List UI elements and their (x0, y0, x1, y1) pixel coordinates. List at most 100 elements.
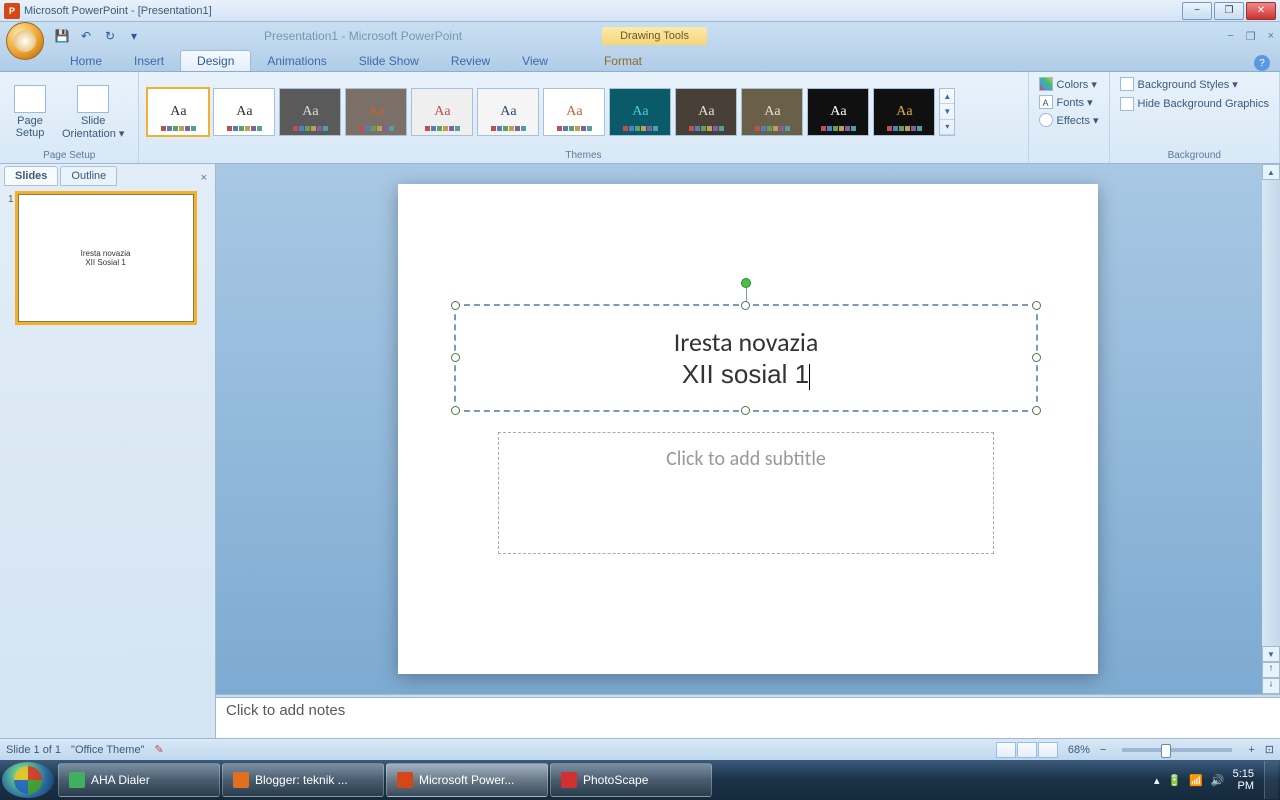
themes-gallery[interactable]: AaAaAaAaAaAaAaAaAaAaAaAa (147, 88, 935, 136)
resize-handle[interactable] (741, 406, 750, 415)
zoom-in-icon[interactable]: + (1248, 744, 1254, 756)
start-button[interactable] (2, 762, 54, 798)
theme-fonts-button[interactable]: AFonts ▾ (1037, 94, 1095, 110)
gallery-scroll[interactable]: ▲ ▼ ▾ (939, 88, 955, 136)
tab-format[interactable]: Format (588, 51, 658, 71)
restore-button[interactable]: ❐ (1214, 2, 1244, 20)
slides-panel: Slides Outline × 1 Iresta novazia XII So… (0, 164, 216, 738)
scroll-up-icon[interactable]: ▲ (1262, 164, 1280, 180)
scroll-down-icon[interactable]: ▼ (1262, 646, 1280, 662)
group-themes: AaAaAaAaAaAaAaAaAaAaAaAa ▲ ▼ ▾ Themes (139, 72, 1028, 163)
volume-icon[interactable]: 🔊 (1211, 774, 1225, 787)
zoom-level[interactable]: 68% (1068, 744, 1090, 756)
resize-handle[interactable] (451, 406, 460, 415)
view-normal-button[interactable] (996, 742, 1016, 758)
clock[interactable]: 5:15 PM (1233, 768, 1254, 792)
subtitle-textbox[interactable]: Click to add subtitle (498, 432, 994, 554)
close-button[interactable]: ✕ (1246, 2, 1276, 20)
network-icon[interactable]: 📶 (1189, 774, 1203, 787)
slide[interactable]: Iresta novazia XII sosial 1 Click to add… (398, 184, 1098, 674)
notes-pane[interactable]: Click to add notes (216, 698, 1280, 738)
resize-handle[interactable] (451, 301, 460, 310)
theme-swatch-3[interactable]: Aa (345, 88, 407, 136)
office-button[interactable] (6, 22, 44, 60)
status-theme-name: "Office Theme" (71, 744, 144, 756)
background-styles-button[interactable]: Background Styles ▾ (1118, 76, 1240, 92)
title-line1[interactable]: Iresta novazia (674, 326, 819, 358)
vertical-scrollbar[interactable]: ▲ ▼ ⭫ ⭭ (1262, 164, 1280, 694)
title-line2[interactable]: XII sosial 1 (682, 358, 810, 390)
theme-swatch-8[interactable]: Aa (675, 88, 737, 136)
battery-icon[interactable]: 🔋 (1167, 774, 1181, 787)
tab-slideshow[interactable]: Slide Show (343, 51, 435, 71)
view-sorter-button[interactable] (1017, 742, 1037, 758)
theme-swatch-7[interactable]: Aa (609, 88, 671, 136)
tab-animations[interactable]: Animations (251, 51, 342, 71)
theme-swatch-0[interactable]: Aa (147, 88, 209, 136)
colors-icon (1039, 77, 1053, 91)
resize-handle[interactable] (741, 301, 750, 310)
tab-view[interactable]: View (506, 51, 564, 71)
tab-insert[interactable]: Insert (118, 51, 180, 71)
next-slide-icon[interactable]: ⭭ (1262, 678, 1280, 694)
show-desktop-button[interactable] (1264, 761, 1278, 799)
taskbar-item[interactable]: Microsoft Power... (386, 763, 548, 797)
window-restore-inner-icon[interactable]: ❐ (1246, 30, 1256, 43)
theme-swatch-9[interactable]: Aa (741, 88, 803, 136)
tray-expand-icon[interactable]: ▴ (1154, 774, 1160, 787)
gallery-more-icon[interactable]: ▾ (940, 120, 954, 135)
theme-swatch-2[interactable]: Aa (279, 88, 341, 136)
help-icon[interactable]: ? (1254, 55, 1270, 71)
taskbar-item[interactable]: Blogger: teknik ... (222, 763, 384, 797)
status-slide-number: Slide 1 of 1 (6, 744, 61, 756)
theme-colors-button[interactable]: Colors ▾ (1037, 76, 1099, 92)
panel-close-icon[interactable]: × (197, 170, 211, 186)
taskbar-item[interactable]: AHA Dialer (58, 763, 220, 797)
rotate-handle[interactable] (741, 278, 751, 288)
slide-canvas[interactable]: Iresta novazia XII sosial 1 Click to add… (216, 164, 1280, 694)
window-close-inner-icon[interactable]: × (1268, 30, 1274, 43)
minimize-button[interactable]: − (1182, 2, 1212, 20)
resize-handle[interactable] (1032, 353, 1041, 362)
slide-thumbnail-1[interactable]: 1 Iresta novazia XII Sosial 1 (8, 194, 207, 322)
resize-handle[interactable] (1032, 301, 1041, 310)
spellcheck-icon[interactable]: ✎ (154, 743, 163, 756)
tab-home[interactable]: Home (54, 51, 118, 71)
tab-review[interactable]: Review (435, 51, 506, 71)
gallery-down-icon[interactable]: ▼ (940, 104, 954, 119)
zoom-slider[interactable] (1122, 748, 1232, 752)
theme-swatch-6[interactable]: Aa (543, 88, 605, 136)
gallery-up-icon[interactable]: ▲ (940, 89, 954, 104)
theme-swatch-10[interactable]: Aa (807, 88, 869, 136)
theme-effects-button[interactable]: Effects ▾ (1037, 112, 1101, 128)
resize-handle[interactable] (1032, 406, 1041, 415)
view-show-button[interactable] (1038, 742, 1058, 758)
fit-to-window-button[interactable]: ⊡ (1265, 743, 1274, 756)
theme-swatch-11[interactable]: Aa (873, 88, 935, 136)
title-textbox[interactable]: Iresta novazia XII sosial 1 (454, 304, 1038, 412)
theme-swatch-5[interactable]: Aa (477, 88, 539, 136)
fonts-icon: A (1039, 95, 1053, 109)
prev-slide-icon[interactable]: ⭫ (1262, 662, 1280, 678)
panel-tab-outline[interactable]: Outline (60, 166, 117, 186)
system-tray[interactable]: ▴ 🔋 📶 🔊 5:15 PM (1154, 768, 1260, 792)
zoom-out-icon[interactable]: − (1100, 744, 1106, 756)
ribbon-tabs: Home Insert Design Animations Slide Show… (0, 50, 1280, 72)
qat-redo[interactable]: ↻ (100, 26, 120, 46)
status-bar: Slide 1 of 1 "Office Theme" ✎ 68% − + ⊡ (0, 738, 1280, 760)
qat-save[interactable]: 💾 (52, 26, 72, 46)
page-setup-button[interactable]: Page Setup (8, 83, 52, 141)
tab-design[interactable]: Design (180, 50, 251, 71)
slide-orientation-button[interactable]: Slide Orientation ▾ (56, 83, 130, 142)
theme-swatch-1[interactable]: Aa (213, 88, 275, 136)
task-icon (69, 772, 85, 788)
hide-background-checkbox[interactable]: Hide Background Graphics (1118, 96, 1271, 112)
qat-customize[interactable]: ▾ (124, 26, 144, 46)
task-icon (561, 772, 577, 788)
panel-tab-slides[interactable]: Slides (4, 166, 58, 186)
ribbon-minimize-icon[interactable]: − (1227, 30, 1233, 43)
theme-swatch-4[interactable]: Aa (411, 88, 473, 136)
resize-handle[interactable] (451, 353, 460, 362)
taskbar-item[interactable]: PhotoScape (550, 763, 712, 797)
qat-undo[interactable]: ↶ (76, 26, 96, 46)
